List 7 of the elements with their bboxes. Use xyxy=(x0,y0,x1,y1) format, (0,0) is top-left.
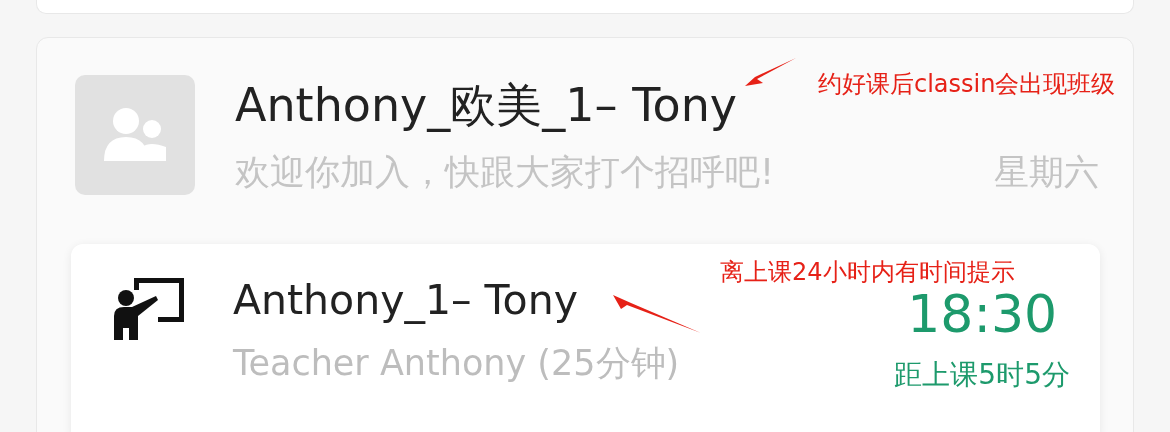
group-name: Anthony_欧美_1– Tony xyxy=(235,79,738,131)
countdown: 距上课5时5分 xyxy=(894,357,1070,393)
teacher-at-board-icon xyxy=(112,276,186,340)
lesson-title: Anthony_1– Tony xyxy=(233,276,578,324)
annotation-note: 约好课后classin会出现班级 xyxy=(818,69,1116,100)
people-icon xyxy=(102,107,168,163)
teacher-duration: Teacher Anthony (25分钟) xyxy=(233,342,680,385)
